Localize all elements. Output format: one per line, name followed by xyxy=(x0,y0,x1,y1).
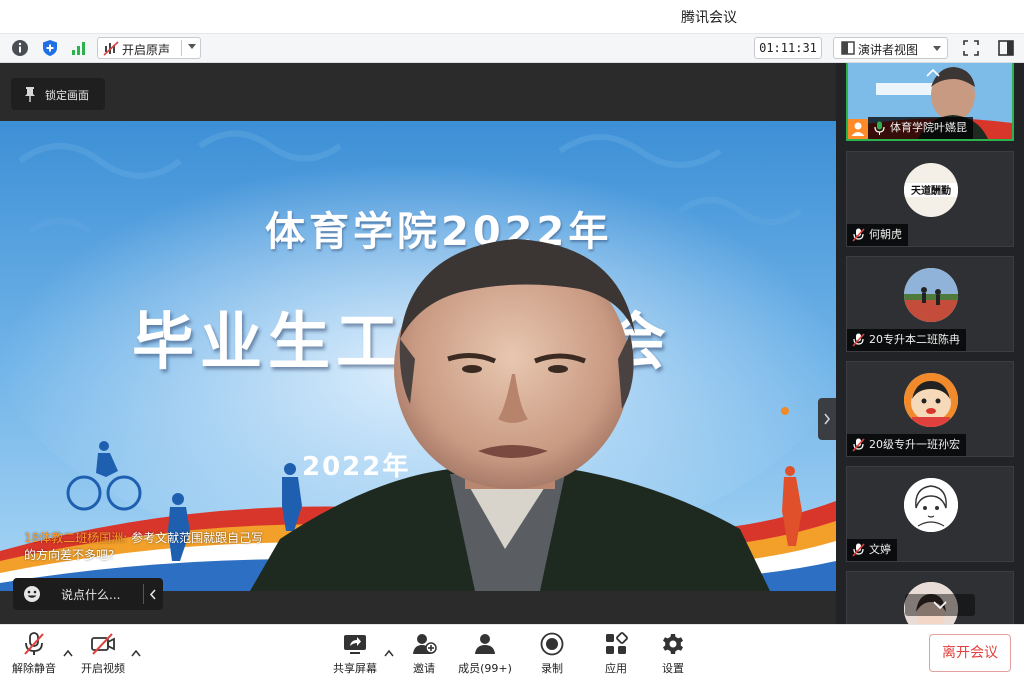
apps-label: 应用 xyxy=(605,662,627,675)
side-panel-toggle-icon[interactable] xyxy=(996,38,1016,58)
chat-bubble-message: 18体教二班杨国洲: 参考文献范围就跟自己写的方向差不多吧? xyxy=(24,530,274,564)
participant-name: 20级专升一班孙宏 xyxy=(869,438,960,451)
info-icon[interactable] xyxy=(10,38,30,58)
mic-on-icon xyxy=(874,121,885,135)
members-label: 成员(99+) xyxy=(458,662,512,675)
settings-button[interactable]: 设置 xyxy=(654,631,692,676)
chevron-left-icon[interactable] xyxy=(149,589,157,600)
sketch-girl-avatar xyxy=(904,478,958,532)
participant-name-tag: 20专升本二班陈冉 xyxy=(847,329,966,351)
mic-muted-icon xyxy=(24,632,44,655)
participant-tile[interactable] xyxy=(846,571,1014,624)
title-bar: 腾讯会议 xyxy=(0,0,1024,33)
mic-muted-icon xyxy=(852,438,865,452)
divider xyxy=(143,584,144,604)
host-user-icon xyxy=(851,122,865,136)
avatar-text: 天道酬勤 xyxy=(911,186,951,197)
chevron-down-icon[interactable] xyxy=(188,44,196,49)
chevron-down-icon xyxy=(933,601,947,609)
camera-off-icon xyxy=(91,633,115,655)
mic-muted-icon xyxy=(852,333,865,347)
participant-tile[interactable]: 20级专升一班孙宏 xyxy=(846,361,1014,457)
members-icon xyxy=(475,634,495,654)
control-bar: 解除静音 开启视频 共享屏幕 邀请 成员(99+) 录制 应用 设置 离开会议 xyxy=(0,624,1024,681)
record-icon xyxy=(540,632,564,656)
lock-view-button[interactable]: 锁定画面 xyxy=(11,78,105,110)
participant-tile[interactable]: 20专升本二班陈冉 xyxy=(846,256,1014,352)
chevron-up-icon[interactable] xyxy=(384,649,394,657)
original-sound-button[interactable]: 开启原声 xyxy=(97,37,201,59)
chevron-right-icon xyxy=(824,413,831,425)
speaker-view-label: 演讲者视图 xyxy=(858,43,919,57)
share-screen-icon xyxy=(344,635,366,654)
chevron-up-icon[interactable] xyxy=(926,69,940,77)
avatar xyxy=(904,373,958,427)
participant-name: 何朝虎 xyxy=(869,228,902,241)
original-sound-label: 开启原声 xyxy=(122,43,171,57)
add-user-icon xyxy=(413,634,437,654)
chat-quick-input[interactable]: 说点什么... xyxy=(13,578,163,610)
leave-meeting-button[interactable]: 离开会议 xyxy=(929,634,1011,672)
mic-muted-icon xyxy=(852,228,865,242)
speaker-video: 体育学院2022年 毕业生工会 2022年 18体教二班杨国洲: 参考文献范围就… xyxy=(0,121,836,591)
security-shield-icon[interactable] xyxy=(40,38,60,58)
participant-name-tag: 20级专升一班孙宏 xyxy=(847,434,966,456)
start-video-label: 开启视频 xyxy=(81,662,125,675)
share-screen-label: 共享屏幕 xyxy=(333,662,377,675)
participant-name: 20专升本二班陈冉 xyxy=(869,333,960,346)
speaker-view-button[interactable]: 演讲者视图 xyxy=(833,37,948,59)
fullscreen-icon[interactable] xyxy=(961,38,981,58)
members-button[interactable]: 成员(99+) xyxy=(455,631,515,676)
participant-name-tag: 文婷 xyxy=(847,539,897,561)
start-video-button[interactable]: 开启视频 xyxy=(78,631,128,676)
share-screen-button[interactable]: 共享屏幕 xyxy=(330,631,380,676)
mic-muted-icon xyxy=(852,543,865,557)
record-button[interactable]: 录制 xyxy=(533,631,571,676)
chat-sender: 18体教二班杨国洲: xyxy=(24,531,128,545)
unmute-button[interactable]: 解除静音 xyxy=(10,631,58,676)
unmute-label: 解除静音 xyxy=(12,662,56,675)
divider xyxy=(181,40,182,56)
avatar xyxy=(904,478,958,532)
settings-label: 设置 xyxy=(662,662,684,675)
original-sound-icon xyxy=(103,41,119,56)
apps-button[interactable]: 应用 xyxy=(597,631,635,676)
participant-tile[interactable]: 天道酬勤 何朝虎 xyxy=(846,151,1014,247)
collapse-panel-handle[interactable] xyxy=(818,398,836,440)
avatar xyxy=(904,268,958,322)
chevron-up-icon[interactable] xyxy=(63,649,73,657)
main-video-stage: 锁定画面 体育学院2022年 毕业生工 会 2022年 18体教二班杨国洲: 参… xyxy=(0,63,836,624)
lock-view-label: 锁定画面 xyxy=(45,89,89,102)
emoji-icon[interactable] xyxy=(23,585,41,603)
avatar: 天道酬勤 xyxy=(904,163,958,217)
chevron-up-icon[interactable] xyxy=(131,649,141,657)
layout-icon xyxy=(841,41,855,55)
participant-name: 体育学院叶嬿昆 xyxy=(890,121,967,134)
scroll-down-button[interactable] xyxy=(905,594,975,616)
chat-input-placeholder: 说点什么... xyxy=(61,588,121,602)
meeting-toolbar: 开启原声 01:11:31 演讲者视图 xyxy=(0,33,1024,63)
network-signal-icon[interactable] xyxy=(69,38,89,58)
apps-grid-icon xyxy=(606,632,628,654)
participant-tile-host[interactable]: 体育学院叶嬿昆 xyxy=(846,63,1014,141)
chevron-down-icon[interactable] xyxy=(933,46,941,51)
participant-name-tag: 体育学院叶嬿昆 xyxy=(868,117,973,139)
speaker-figure xyxy=(250,239,770,591)
window-title: 腾讯会议 xyxy=(681,10,737,26)
participant-name: 文婷 xyxy=(869,543,891,556)
host-badge xyxy=(848,119,868,139)
participant-name-tag: 何朝虎 xyxy=(847,224,908,246)
invite-label: 邀请 xyxy=(413,662,435,675)
gear-icon xyxy=(663,634,683,654)
meeting-window: 腾讯会议 开启原声 01:11:31 演讲者视图 锁定画面 体育学院2022年 … xyxy=(0,0,1024,681)
invite-button[interactable]: 邀请 xyxy=(405,631,443,676)
meeting-timer: 01:11:31 xyxy=(754,37,822,59)
cartoon-avatar xyxy=(904,373,958,427)
pin-icon xyxy=(25,87,35,102)
record-label: 录制 xyxy=(541,662,563,675)
participants-gallery: 体育学院叶嬿昆 天道酬勤 何朝虎 20专升本二班陈冉 20级专升一班孙宏 文婷 xyxy=(836,63,1024,624)
sports-court-avatar xyxy=(904,268,958,322)
participant-tile[interactable]: 文婷 xyxy=(846,466,1014,562)
